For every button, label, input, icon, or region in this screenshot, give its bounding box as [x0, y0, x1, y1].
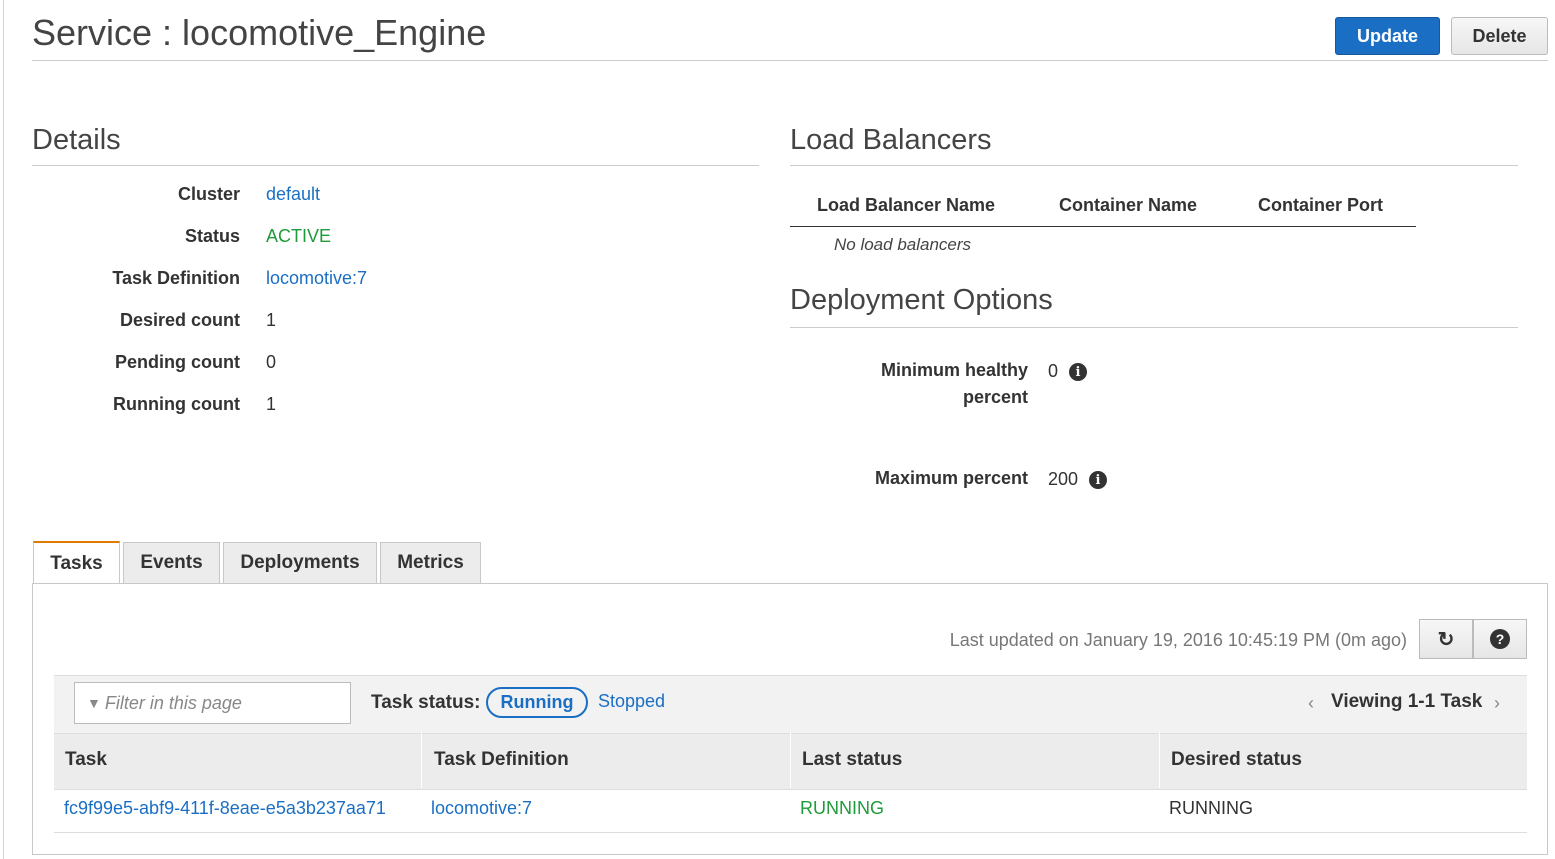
pending-count-value: 0	[266, 352, 277, 372]
task-definition-link[interactable]: locomotive:7	[431, 798, 532, 819]
column-separator	[421, 733, 422, 788]
table-row-divider	[54, 832, 1527, 833]
refresh-button[interactable]: ↻	[1419, 619, 1473, 659]
load-balancers-divider	[790, 165, 1518, 166]
task-status-label: Task status:	[371, 692, 481, 713]
min-healthy-value: 0	[1048, 361, 1059, 381]
lb-empty-text: No load balancers	[834, 235, 972, 254]
running-count-value: 1	[266, 394, 277, 414]
min-healthy-label: Minimum healthy percent	[828, 357, 1028, 411]
left-border	[3, 0, 4, 859]
delete-button[interactable]: Delete	[1451, 17, 1548, 55]
help-button[interactable]: ?	[1473, 619, 1527, 659]
tab-deployments[interactable]: Deployments	[223, 542, 377, 583]
status-value: ACTIVE	[266, 226, 332, 246]
task-definition-link[interactable]: locomotive:7	[266, 268, 367, 289]
tab-metrics[interactable]: Metrics	[380, 542, 481, 583]
cluster-link[interactable]: default	[266, 184, 320, 205]
max-percent-label: Maximum percent	[874, 468, 1028, 488]
desired-count-value: 1	[266, 310, 277, 330]
col-task[interactable]: Task	[65, 749, 107, 771]
status-stopped-toggle[interactable]: Stopped	[598, 691, 665, 712]
max-percent-value: 200	[1048, 469, 1079, 489]
tab-events[interactable]: Events	[123, 542, 220, 583]
filter-input[interactable]: ▼ Filter in this page	[74, 682, 351, 724]
update-button[interactable]: Update	[1335, 17, 1440, 55]
load-balancers-heading: Load Balancers	[790, 124, 992, 156]
desired-status-value: RUNNING	[1169, 798, 1253, 818]
info-icon[interactable]: i	[1069, 363, 1087, 381]
min-healthy-label-line1: Minimum healthy	[880, 360, 1028, 380]
deployment-options-heading: Deployment Options	[790, 284, 1053, 316]
details-divider	[32, 165, 759, 166]
last-status-value: RUNNING	[800, 798, 884, 818]
help-icon: ?	[1490, 629, 1510, 649]
refresh-icon: ↻	[1437, 628, 1455, 651]
col-task-definition[interactable]: Task Definition	[434, 749, 569, 771]
min-healthy-label-line2: percent	[962, 387, 1028, 407]
column-separator	[790, 733, 791, 788]
deployment-options-divider	[790, 327, 1518, 328]
pending-count-label: Pending count	[115, 352, 240, 372]
task-definition-label: Task Definition	[112, 268, 240, 288]
info-icon[interactable]: i	[1089, 471, 1107, 489]
status-running-toggle[interactable]: Running	[486, 687, 588, 718]
chevron-right-icon[interactable]: ›	[1494, 693, 1500, 714]
desired-count-label: Desired count	[119, 310, 240, 330]
filter-icon: ▼	[87, 695, 101, 711]
column-separator	[1159, 733, 1160, 788]
last-updated-text: Last updated on January 19, 2016 10:45:1…	[949, 630, 1407, 650]
col-last-status[interactable]: Last status	[802, 749, 902, 771]
lb-col-container-port: Container Port	[1258, 195, 1384, 215]
tab-tasks[interactable]: Tasks	[33, 541, 120, 584]
lb-table-header-rule	[790, 226, 1416, 227]
chevron-left-icon[interactable]: ‹	[1308, 693, 1314, 714]
cluster-label: Cluster	[177, 184, 240, 204]
details-heading: Details	[32, 124, 121, 156]
lb-col-name: Load Balancer Name	[817, 195, 996, 215]
page-title: Service : locomotive_Engine	[32, 12, 487, 53]
task-id-link[interactable]: fc9f99e5-abf9-411f-8eae-e5a3b237aa71	[64, 798, 386, 819]
lb-col-container-name: Container Name	[1059, 195, 1198, 215]
status-label: Status	[184, 226, 240, 246]
col-desired-status[interactable]: Desired status	[1171, 749, 1302, 771]
pagination-text: Viewing 1-1 Task	[1331, 691, 1483, 712]
title-divider	[32, 60, 1548, 61]
running-count-label: Running count	[113, 394, 240, 414]
filter-placeholder: Filter in this page	[104, 692, 242, 713]
